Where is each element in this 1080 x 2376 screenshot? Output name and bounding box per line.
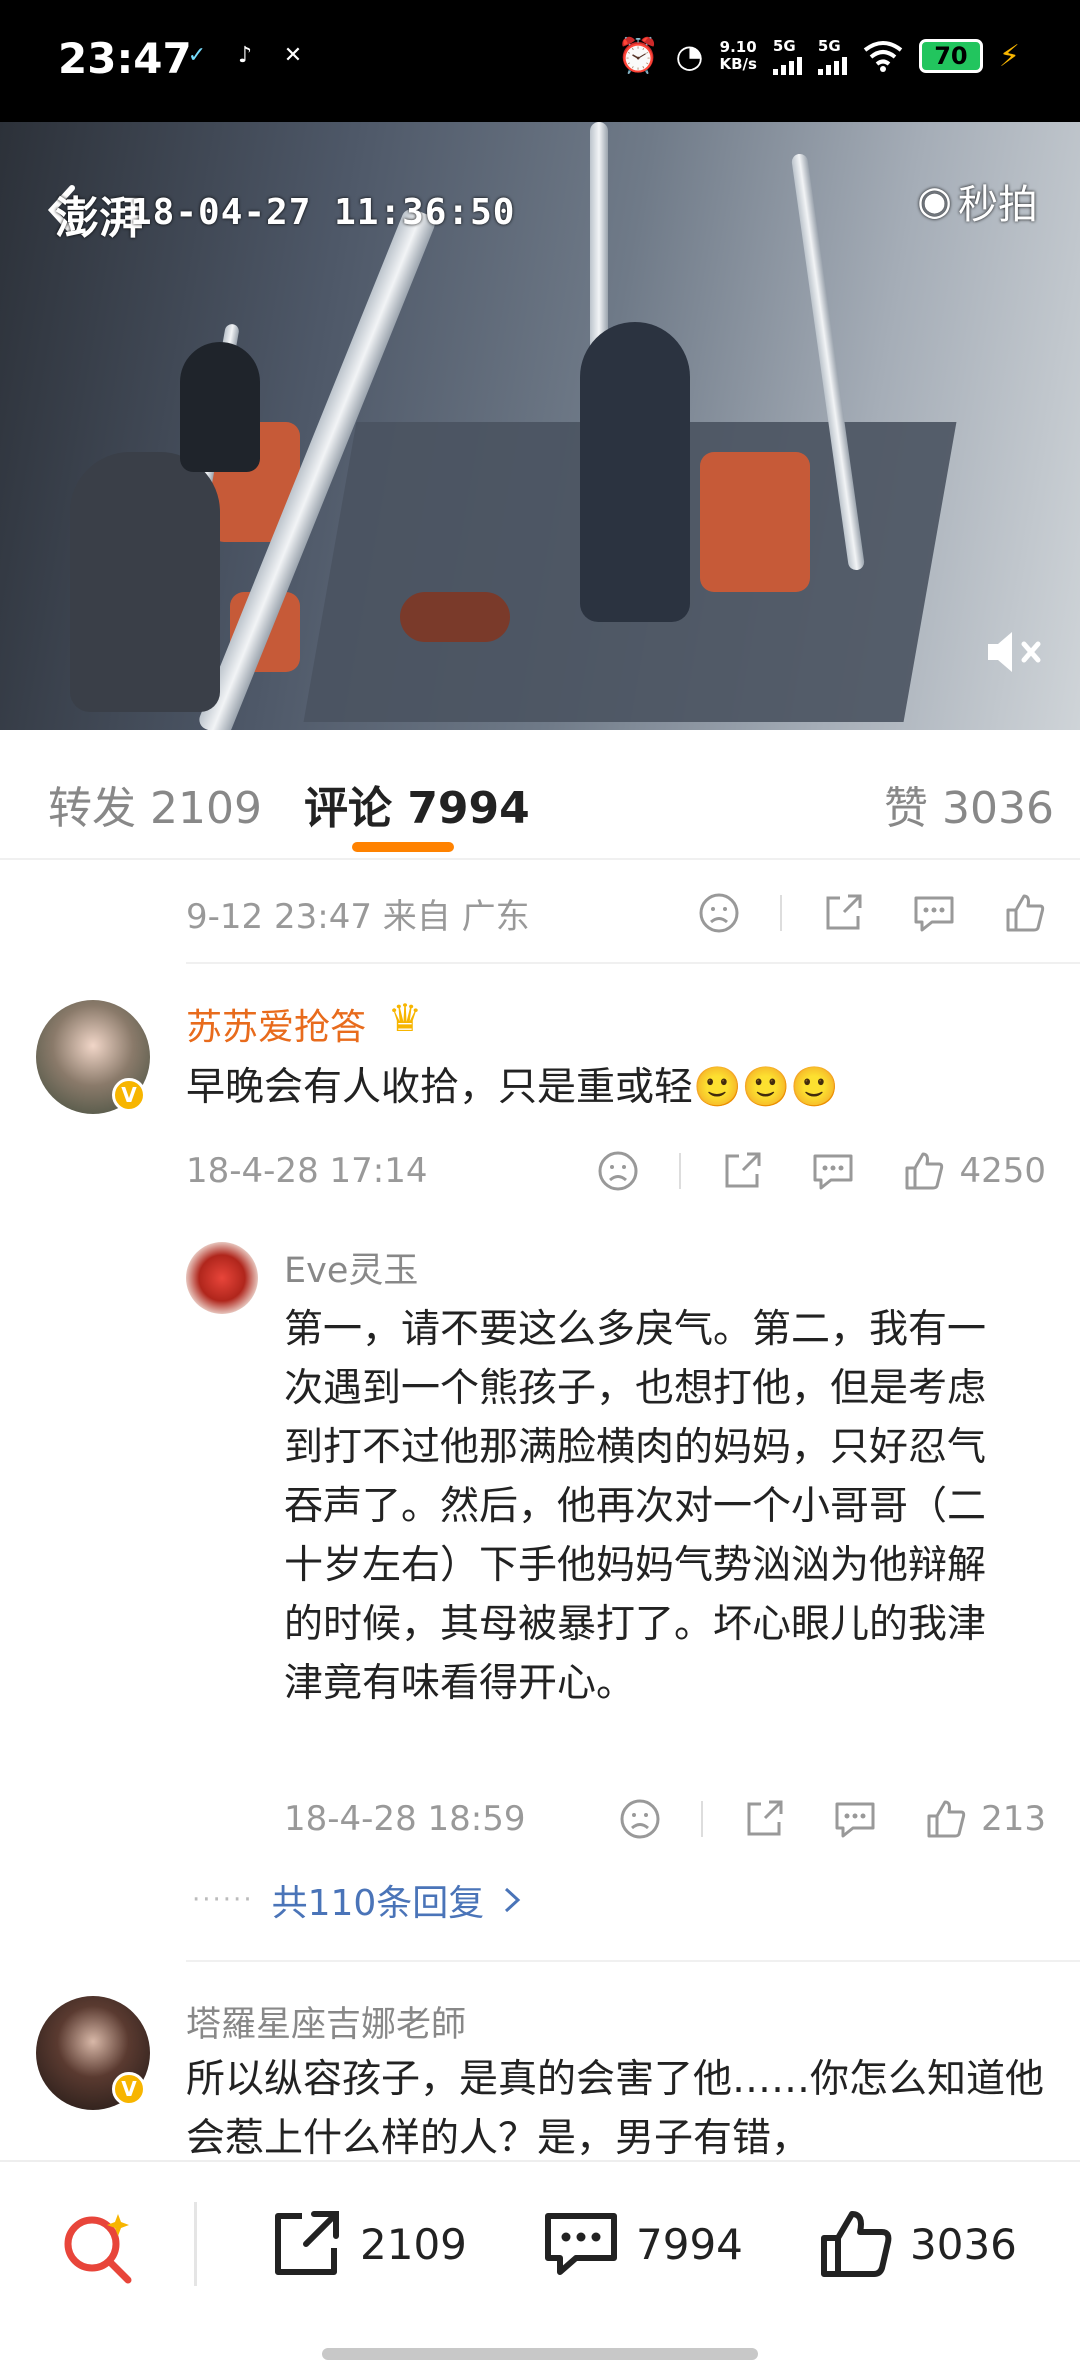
reply-time: 18-4-28 18:59 (284, 1799, 526, 1839)
divider (679, 1153, 682, 1189)
like-count: 3036 (910, 2219, 1017, 2269)
more-replies-link[interactable]: ······ 共110条回复 (192, 1874, 522, 1926)
home-indicator[interactable] (322, 2348, 758, 2360)
net-speed: 9.10 KB/s (719, 39, 756, 73)
comment-meta-row: 18-4-28 17:14 4250 (186, 1126, 1046, 1216)
divider (780, 895, 782, 931)
alarm-icon: ⏰ (617, 36, 660, 76)
like-count: 4250 (959, 1151, 1046, 1191)
comment-icon (545, 2213, 617, 2275)
like-count: 213 (981, 1799, 1046, 1839)
like-button[interactable]: 3036 (818, 2208, 1017, 2280)
more-replies-text: 共110条回复 (271, 1883, 485, 1924)
notification-icons: ✓ ♪ ✕ (180, 38, 310, 72)
tab-repost[interactable]: 转发 2109 (48, 772, 262, 836)
share-icon[interactable] (721, 1150, 763, 1192)
comment-text: 所以纵容孩子，是真的会害了他……你怎么知道他会惹上什么样的人？是，男子有错， (186, 2057, 1045, 2160)
sim2-label: 5G (817, 37, 841, 55)
video-player[interactable]: 澎湃 18-04-27 11:36:50 ◉ 秒拍 (0, 122, 1080, 730)
dislike-icon[interactable] (597, 1150, 639, 1192)
wifi-icon (863, 41, 903, 72)
video-person (180, 342, 260, 472)
video-person (70, 452, 220, 712)
signal-bars-icon (817, 55, 847, 75)
mute-icon[interactable] (982, 624, 1046, 680)
divider (701, 1801, 704, 1837)
reply-text: 第一，请不要这么多戾气。第二，我有一次遇到一个熊孩子，也想打他，但是考虑到打不过… (284, 1307, 987, 1706)
verified-badge-icon: V (112, 1078, 146, 1112)
tab-active-indicator (352, 842, 454, 852)
post-time-source: 9-12 23:47 来自 广东 (186, 896, 530, 937)
comment-button[interactable]: 7994 (542, 2208, 743, 2280)
tab-bar: 转发 2109 评论 7994 赞 3036 (0, 730, 1080, 860)
clock: 23:47 (58, 34, 192, 83)
reply-avatar[interactable] (186, 1242, 258, 1314)
camera-logo-icon: ◉ (917, 178, 952, 224)
comment-text: 早晚会有人收拾，只是重或轻🙂🙂🙂 (186, 1065, 839, 1110)
chevron-right-icon (505, 1887, 521, 1913)
status-bar: 23:47 ✓ ♪ ✕ ⏰ ◔ 9.10 KB/s 5G 5G 70 ⚡ (0, 0, 1080, 122)
comment-icon[interactable] (811, 1150, 855, 1192)
comment-time: 18-4-28 17:14 (186, 1151, 428, 1191)
video-timestamp: 18-04-27 11:36:50 (130, 192, 516, 233)
battery-indicator: 70 (918, 39, 983, 73)
tab-likes[interactable]: 赞 3036 (884, 772, 1054, 836)
share-icon (275, 2211, 339, 2275)
comment-count: 7994 (636, 2219, 743, 2269)
comment-icon[interactable] (912, 892, 956, 934)
comment-icon[interactable] (833, 1798, 877, 1840)
bottom-action-bar: 2109 7994 3036 (0, 2160, 1080, 2376)
like-icon[interactable] (1004, 892, 1046, 934)
comment-username[interactable]: 塔羅星座吉娜老師 (186, 1996, 466, 2047)
source-logo-right-text: 秒拍 (958, 182, 1038, 228)
app-notification-icon: ✓ (187, 42, 207, 68)
share-icon[interactable] (743, 1798, 785, 1840)
reply-username[interactable]: Eve灵玉 (284, 1242, 418, 1293)
source-logo-right: ◉ 秒拍 (917, 172, 1038, 230)
search-icon[interactable] (60, 2208, 136, 2284)
reply-meta-row: 18-4-28 18:59 213 (284, 1774, 1046, 1864)
post-meta-row: 9-12 23:47 来自 广东 (186, 868, 1046, 958)
repost-button[interactable]: 2109 (268, 2208, 467, 2280)
tab-comments[interactable]: 评论 7994 (304, 772, 530, 836)
video-seat (700, 452, 810, 592)
crown-badge-icon: ♛ (388, 996, 423, 1040)
speedometer-icon: ◔ (675, 37, 704, 75)
charging-icon: ⚡ (998, 38, 1020, 74)
comment-username[interactable]: 苏苏爱抢答 (186, 998, 366, 1050)
app-notification-icon-2: ✕ (283, 42, 303, 68)
like-icon[interactable] (925, 1798, 967, 1840)
divider (186, 962, 1080, 964)
net-speed-value: 9.10 (719, 38, 757, 56)
share-icon[interactable] (822, 892, 864, 934)
divider (186, 1960, 1080, 1962)
verified-badge-icon: V (112, 2072, 146, 2106)
repost-count: 2109 (360, 2219, 467, 2269)
signal-sim2: 5G (817, 37, 847, 75)
dislike-icon[interactable] (619, 1798, 661, 1840)
tiktok-icon: ♪ (237, 42, 253, 68)
video-person (580, 322, 690, 622)
signal-sim1: 5G (772, 37, 802, 75)
video-person (400, 592, 510, 642)
dislike-icon[interactable] (698, 892, 740, 934)
net-speed-unit: KB/s (719, 55, 757, 73)
like-icon (821, 2211, 892, 2277)
divider (194, 2202, 197, 2286)
signal-bars-icon (772, 55, 802, 75)
sim1-label: 5G (772, 37, 796, 55)
more-dots: ······ (192, 1885, 254, 1915)
like-icon[interactable] (903, 1150, 945, 1192)
